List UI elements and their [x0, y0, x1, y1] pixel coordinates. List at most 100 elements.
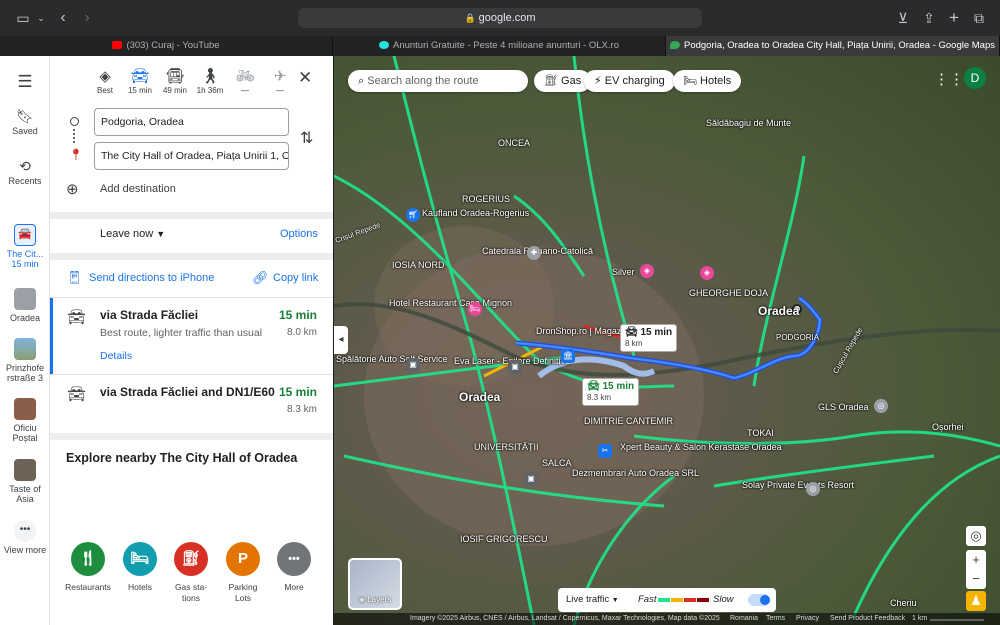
divider [50, 212, 333, 219]
new-tab-icon[interactable]: + [945, 9, 963, 27]
shop-pin-icon[interactable]: ◈ [700, 266, 714, 280]
saved-button[interactable]: 🔖︎ Saved [0, 108, 50, 136]
legend-swatch [684, 598, 696, 602]
send-to-phone-button[interactable]: Send directions to iPhone [89, 272, 214, 284]
car-icon: 🚘︎ [130, 68, 150, 85]
map-label: Săldăbagiu de Munte [706, 118, 792, 128]
street-view-pegman-icon[interactable]: ♟ [966, 591, 986, 611]
place-thumbnail [14, 398, 36, 420]
map-canvas[interactable]: ⌕ Search along the route ⛽︎ Gas ⚡︎ EV ch… [334, 56, 1000, 625]
rail-history-prinzhoferstrasse[interactable]: Prinzhofe rstraße 3 [0, 338, 50, 383]
swap-icon[interactable]: ⇅ [300, 128, 313, 148]
shopping-pin-icon[interactable]: 🛒︎ [406, 208, 420, 222]
rail-history-oradea[interactable]: Oradea [0, 288, 50, 323]
place-thumbnail [14, 338, 36, 360]
live-traffic-dropdown[interactable]: Live traffic ▼ [566, 588, 619, 613]
left-rail: ☰ 🔖︎ Saved ⟲ Recents 🚘 The Cit... 15 min… [0, 56, 50, 625]
route-description: Best route, lighter traffic than usual [100, 327, 263, 339]
nearby-hotels-button[interactable]: 🛏︎ Hotels [117, 542, 163, 593]
car-icon: 🚘︎ [625, 327, 638, 338]
route-bubble-primary[interactable]: 🚘︎ 15 min 8 km [620, 324, 678, 352]
tab-olx[interactable]: Anunturi Gratuite - Peste 4 milioane anu… [333, 36, 666, 56]
origin-input[interactable]: Podgoria, Oradea [94, 108, 289, 136]
mode-cycling[interactable]: 🚲︎ — [228, 68, 262, 95]
map-label: Xpert Beauty & Salon Kerastase Oradea [620, 442, 782, 452]
shop-pin-icon[interactable]: ◈ [640, 264, 654, 278]
more-dots-icon: ••• [14, 520, 36, 542]
gls-pin-icon[interactable]: ◎ [874, 399, 888, 413]
tab-overview-icon[interactable]: ⧉ [970, 9, 988, 27]
map-label: GLS Oradea [818, 402, 869, 412]
map-attribution-bar: Imagery ©2025 Airbus, CNES / Airbus, Lan… [334, 613, 1000, 625]
link-icon: 🔗︎ [252, 270, 269, 285]
map-label: IOSIF GRIGORESCU [460, 534, 548, 544]
route-option-1[interactable]: 🚘︎ via Strada Făcliei 15 min Best route,… [50, 298, 333, 374]
mode-walking[interactable]: 🚶︎ 1h 36m [193, 68, 227, 95]
nearby-restaurants-button[interactable]: 🍴︎ Restaurants [65, 542, 111, 593]
footer-link-feedback[interactable]: Send Product Feedback [830, 613, 905, 625]
bubble-time: 15 min [640, 327, 673, 338]
church-pin-icon[interactable]: ✚ [527, 246, 541, 260]
tab-youtube[interactable]: (303) Curaj - YouTube [0, 36, 333, 56]
collapse-panel-button[interactable]: ◂ [334, 326, 348, 354]
hotel-pin-icon[interactable]: 🛏︎ [468, 302, 482, 316]
recents-button[interactable]: ⟲ Recents [0, 158, 50, 186]
zoom-in-button[interactable]: + [966, 550, 986, 570]
download-icon[interactable]: ⊻ [894, 9, 912, 27]
my-location-icon[interactable]: ◎ [966, 526, 986, 546]
rail-history-oficiu-postal[interactable]: Oficiu Poștal [0, 398, 50, 443]
forward-icon[interactable]: › [78, 9, 96, 27]
account-avatar[interactable]: D [964, 67, 986, 89]
destination-marker-icon[interactable]: 🏛︎ [561, 349, 575, 363]
layers-button[interactable]: ◈ Layers [348, 558, 402, 610]
address-bar[interactable]: 🔒 google.com [298, 8, 702, 28]
add-destination-button[interactable]: Add destination [100, 183, 176, 195]
chip-ev-charging[interactable]: ⚡︎ EV charging [584, 70, 675, 92]
close-icon[interactable]: ✕ [298, 68, 312, 88]
auto-parts-pin-icon[interactable]: ▣ [524, 472, 538, 486]
youtube-icon [112, 41, 123, 49]
sidebar-toggle-icon[interactable]: ▭ [14, 9, 32, 27]
chip-hotels[interactable]: 🛏︎ Hotels [673, 70, 742, 92]
salon-pin-icon[interactable]: ✂︎ [598, 444, 612, 458]
traffic-toggle[interactable] [748, 594, 770, 606]
copy-link-button[interactable]: Copy link [273, 272, 318, 284]
mode-driving[interactable]: 🚘︎ 15 min [123, 68, 157, 95]
legend-swatch [658, 598, 670, 602]
zoom-out-button[interactable]: − [966, 569, 986, 589]
view-more-button[interactable]: ••• View more [0, 520, 50, 555]
map-label: Spălătorie Auto Self Service [336, 354, 448, 364]
map-label: SALCA [542, 458, 572, 468]
nearby-more-button[interactable]: ••• More [271, 542, 317, 593]
route-option-2[interactable]: 🚘︎ via Strada Făcliei and DN1/E60 15 min… [50, 375, 333, 433]
rail-active-route[interactable]: 🚘 The Cit... 15 min [0, 224, 50, 269]
tab-google-maps[interactable]: Podgoria, Oradea to Oradea City Hall, Pi… [666, 36, 1000, 56]
map-label: ROGERIUS [462, 194, 511, 204]
chevron-down-icon[interactable]: ⌄ [32, 9, 50, 27]
nearby-parking-button[interactable]: P Parking Lots [220, 542, 266, 604]
leave-now-dropdown[interactable]: Leave now ▼ [100, 228, 165, 240]
footer-link-terms[interactable]: Terms [766, 613, 785, 625]
details-button[interactable]: Details [100, 350, 132, 362]
mode-flights[interactable]: ✈ — [263, 68, 297, 95]
resort-pin-icon[interactable]: ◎ [806, 482, 820, 496]
legend-swatch [697, 598, 709, 602]
back-icon[interactable]: ‹ [54, 9, 72, 27]
footer-link-romania[interactable]: Romania [730, 613, 758, 625]
search-along-route-input[interactable]: ⌕ Search along the route [348, 70, 528, 92]
mode-best[interactable]: ◈ Best [88, 68, 122, 95]
share-icon[interactable]: ⇪ [920, 9, 938, 27]
car-wash-pin-icon[interactable]: ▣ [406, 358, 420, 372]
mode-transit[interactable]: 🚍︎ 49 min [158, 68, 192, 95]
rail-history-taste-of-asia[interactable]: Taste of Asia [0, 459, 50, 504]
destination-input[interactable]: The City Hall of Oradea, Piața Unirii 1,… [94, 142, 289, 170]
route-dots [73, 129, 76, 143]
footer-link-privacy[interactable]: Privacy [796, 613, 819, 625]
options-button[interactable]: Options [280, 228, 318, 240]
chip-gas[interactable]: ⛽︎ Gas [534, 70, 592, 92]
car-icon: 🚘︎ [67, 309, 87, 326]
nearby-gas-stations-button[interactable]: ⛽︎ Gas sta-tions [168, 542, 214, 604]
menu-icon[interactable]: ☰ [0, 72, 50, 92]
route-bubble-alt[interactable]: 🚘︎ 15 min 8.3 km [582, 378, 640, 406]
salon-pin-icon[interactable]: ▣ [508, 360, 522, 374]
